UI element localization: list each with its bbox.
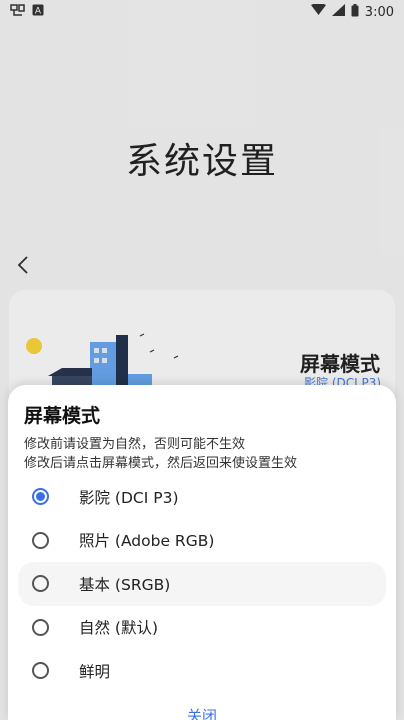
option-natural[interactable]: 自然 (默认) xyxy=(18,606,386,650)
option-vivid[interactable]: 鲜明 xyxy=(18,649,386,693)
option-label: 影院 (DCI P3) xyxy=(79,488,179,507)
radio-vivid[interactable] xyxy=(32,662,49,680)
radio-basic[interactable] xyxy=(32,575,49,593)
screen-mode-dialog: 屏幕模式 修改前请设置为自然，否则可能不生效 修改后请点击屏幕模式，然后返回来使… xyxy=(8,385,396,720)
option-label: 基本 (SRGB) xyxy=(79,575,171,594)
option-basic[interactable]: 基本 (SRGB) xyxy=(18,562,386,606)
dialog-title: 屏幕模式 xyxy=(24,405,101,427)
option-label: 自然 (默认) xyxy=(79,619,159,638)
option-label: 鲜明 xyxy=(79,662,111,681)
radio-natural[interactable] xyxy=(32,618,49,636)
screen-mode-options: 影院 (DCI P3) 照片 (Adobe RGB) 基本 (SRGB) 自然 … xyxy=(8,475,396,693)
option-photo[interactable]: 照片 (Adobe RGB) xyxy=(18,519,386,563)
option-label: 照片 (Adobe RGB) xyxy=(79,532,215,551)
option-cinema[interactable]: 影院 (DCI P3) xyxy=(18,475,386,519)
radio-cinema[interactable] xyxy=(32,488,49,506)
dialog-description-2: 修改后请点击屏幕模式，然后返回来使设置生效 xyxy=(24,456,298,471)
radio-photo[interactable] xyxy=(32,531,49,549)
dialog-description-1: 修改前请设置为自然，否则可能不生效 xyxy=(24,437,246,452)
close-button[interactable]: 关闭 xyxy=(8,705,396,720)
